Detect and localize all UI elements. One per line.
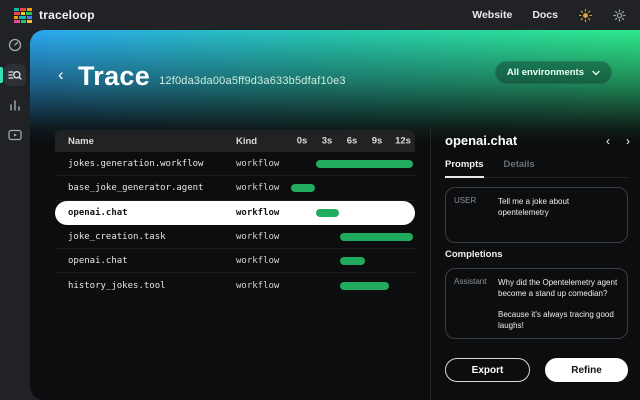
table-row-selected[interactable]: openai.chat workflow [55,201,415,225]
refine-button[interactable]: Refine [545,358,628,382]
sidebar-item-demos[interactable] [4,124,26,146]
trace-search-icon [8,68,22,82]
axis-tick: 9s [372,136,383,147]
next-span-button[interactable]: › [626,134,630,148]
prev-span-button[interactable]: ‹ [606,134,610,148]
brand-name: traceloop [39,8,95,22]
table-row[interactable]: joke_creation.task workflow [55,225,415,249]
website-link[interactable]: Website [472,9,512,21]
page-title: Trace [78,61,150,92]
sidebar-item-analytics[interactable] [4,94,26,116]
span-duration-bar [340,257,365,265]
docs-link[interactable]: Docs [532,9,558,21]
span-table: Name Kind 0s 3s 6s 9s 12s jokes.generati… [55,130,415,298]
sidebar [0,30,30,400]
axis-tick: 12s [395,136,411,147]
tab-details[interactable]: Details [504,159,535,177]
message-role: Assistant [454,277,498,330]
span-duration-bar [340,233,413,241]
trace-id: 12f0da3da00a5ff9d3a633b5dfaf10e3 [159,75,346,87]
message-text: Why did the Opentelemetry agent become a… [498,277,619,330]
table-row[interactable]: history_jokes.tool workflow [55,273,415,297]
axis-tick: 0s [297,136,308,147]
span-duration-bar [316,160,413,168]
table-row[interactable]: openai.chat workflow [55,249,415,273]
chevron-down-icon [592,70,600,76]
span-duration-bar [340,282,389,290]
message-role: USER [454,196,498,234]
axis-tick: 6s [347,136,358,147]
table-header: Name Kind 0s 3s 6s 9s 12s [55,130,415,152]
detail-tabs: Prompts Details [445,159,628,178]
message-text: Tell me a joke about opentelemetry [498,196,619,234]
prompt-message-card: USER Tell me a joke about opentelemetry [445,187,628,243]
table-row[interactable]: jokes.generation.workflow workflow [55,152,415,176]
completions-heading: Completions [445,249,503,260]
axis-tick: 3s [322,136,333,147]
span-duration-bar [316,209,339,217]
top-bar: traceloop Website Docs [0,0,640,30]
gauge-icon [8,38,22,52]
span-duration-bar [291,184,315,192]
sidebar-item-traces[interactable] [4,64,26,86]
brand[interactable]: traceloop [14,8,95,23]
span-title: openai.chat [445,133,517,148]
gear-icon[interactable] [612,8,626,22]
column-header-kind: Kind [236,136,257,147]
sun-theme-icon[interactable] [578,8,592,22]
tab-prompts[interactable]: Prompts [445,159,484,178]
completion-message-card: Assistant Why did the Opentelemetry agen… [445,268,628,339]
export-button[interactable]: Export [445,358,530,382]
main-panel: ‹ Trace 12f0da3da00a5ff9d3a633b5dfaf10e3… [30,30,640,400]
bar-chart-icon [8,98,22,112]
timeline-axis: 0s 3s 6s 9s 12s [290,130,415,152]
table-row[interactable]: base_joke_generator.agent workflow [55,176,415,200]
traceloop-logo-icon [14,8,32,23]
environment-selector[interactable]: All environments [495,61,612,84]
span-detail-panel: openai.chat ‹ › Prompts Details USER Tel… [431,125,640,400]
sidebar-item-dashboard[interactable] [4,34,26,56]
active-indicator [0,67,3,83]
video-icon [8,128,22,142]
back-button[interactable]: ‹ [58,66,74,86]
column-header-name: Name [68,136,94,147]
